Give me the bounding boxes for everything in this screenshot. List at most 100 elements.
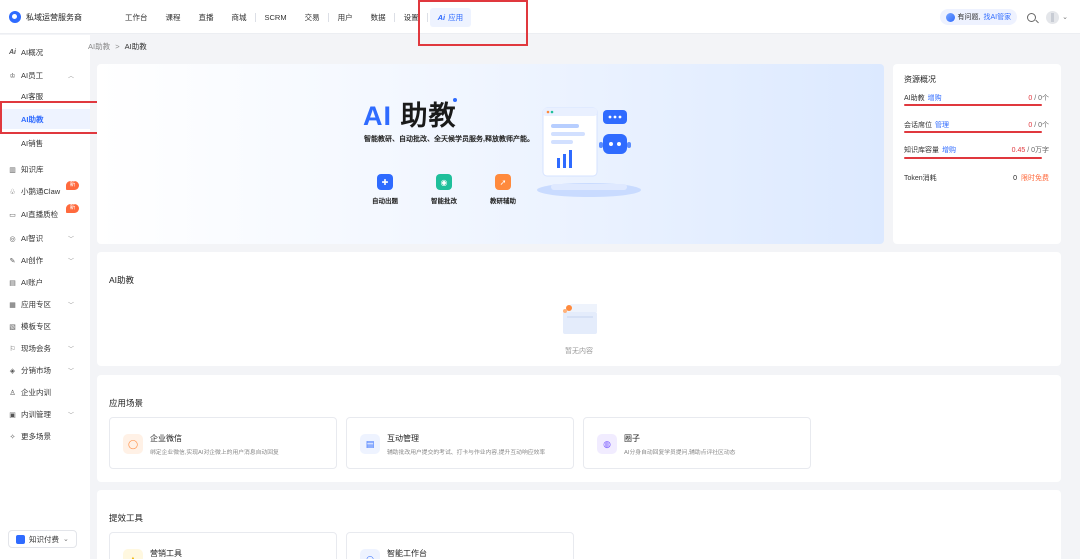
- feature-label: 智能批改: [431, 198, 457, 205]
- annotation-underline: [904, 104, 1042, 106]
- free-tag: 限时免费: [1021, 175, 1049, 182]
- nav-mall[interactable]: 商城: [223, 12, 256, 23]
- scene-wecom[interactable]: ◯ 企业微信 绑定企业微信,实现AI对企微上的用户消息自动回复: [109, 417, 337, 469]
- brand-logo[interactable]: 私域运营服务商: [9, 11, 82, 23]
- empty-state-text: 暂无内容: [565, 348, 593, 355]
- efficiency-tools-card: 提效工具 ▲ 营销工具 ◠ 智能工作台: [97, 490, 1061, 559]
- resource-row-kb-capacity: 知识库容量 增购 0.45 / 0万字: [904, 145, 1049, 155]
- nav-user[interactable]: 用户: [329, 12, 362, 23]
- monitor-icon: ▭: [9, 211, 16, 219]
- plus-icon: ✚: [377, 174, 393, 190]
- section-title: 应用场景: [109, 398, 144, 408]
- sidebar-item-label: AI智识: [21, 234, 44, 243]
- resource-row-tutor: AI助教 增购 0 / 0个: [904, 93, 1049, 103]
- resource-overview-panel: 资源概况 AI助教 增购 0 / 0个 会话席位 管理 0 / 0个 知识库容量 增购…: [893, 64, 1061, 244]
- sidebar-item-label: 企业内训: [21, 388, 51, 397]
- flag-icon: ⚐: [9, 345, 16, 353]
- sidebar-item-templates[interactable]: ▧ 模板专区: [8, 321, 84, 332]
- claw-icon: ♧: [9, 188, 16, 196]
- sidebar-item-ai-overview[interactable]: Ai AI概况: [8, 47, 84, 58]
- sidebar-item-label: 小鹅通Claw: [21, 187, 61, 196]
- sidebar-item-label: 内训管理: [21, 410, 51, 419]
- training-icon: ▣: [9, 411, 16, 419]
- sidebar-item-ai-insight[interactable]: ◎ AI智识 ﹀: [8, 233, 84, 244]
- tool-smart-workbench[interactable]: ◠ 智能工作台: [346, 532, 574, 559]
- search-icon[interactable]: [1027, 12, 1037, 22]
- sidebar-item-label: AI账户: [21, 278, 44, 287]
- banner-title-ai: AI: [363, 101, 392, 131]
- sidebar-item-distribution[interactable]: ◈ 分销市场 ﹀: [8, 365, 84, 376]
- resource-value: 0 限时免费: [1013, 173, 1049, 183]
- resource-value: 0 / 0个: [1028, 93, 1049, 103]
- section-title: 提效工具: [109, 513, 144, 523]
- annotation-underline: [904, 157, 1042, 159]
- chevron-down-icon: ⌄: [1062, 14, 1068, 21]
- chevron-down-icon: ﹀: [67, 303, 74, 309]
- scene-name: 圈子: [624, 434, 640, 443]
- sidebar-item-label: 分销市场: [21, 366, 51, 375]
- knowledge-pay-icon: [16, 534, 25, 544]
- sidebar-item-corp-training[interactable]: ♙ 企业内训: [8, 387, 84, 398]
- sidebar-sub-ai-sales[interactable]: AI销售: [21, 138, 43, 149]
- sidebar-item-knowledge[interactable]: ▥ 知识库: [8, 164, 84, 175]
- feature-label: 自动出题: [372, 198, 398, 205]
- breadcrumb: AI助教 > AI助教: [88, 41, 147, 52]
- arrow-icon: ➚: [495, 174, 511, 190]
- sidebar-item-label: AI创作: [21, 256, 44, 265]
- hero-banner: AI 助教 智能教研、自动批改、全天候学员服务,释放教师产能。 ✚ 自动出题 ◉…: [97, 64, 884, 244]
- feature-label: 教研辅助: [490, 198, 516, 205]
- nav-workbench[interactable]: 工作台: [116, 12, 157, 23]
- resource-used: 0.45: [1011, 147, 1026, 154]
- empty-box-icon: [563, 304, 597, 334]
- resource-label: AI助教: [904, 95, 925, 102]
- annotation-underline: [904, 131, 1042, 133]
- staff-icon: ♔: [9, 72, 16, 80]
- nav-data[interactable]: 数据: [362, 12, 395, 23]
- tool-marketing[interactable]: ▲ 营销工具: [109, 532, 337, 559]
- breadcrumb-parent[interactable]: AI助教: [88, 42, 110, 51]
- buy-more-link[interactable]: 增购: [928, 95, 942, 102]
- tool-name: 营销工具: [150, 549, 182, 558]
- manage-link[interactable]: 管理: [935, 122, 949, 129]
- sidebar-item-label: 现场会务: [21, 344, 51, 353]
- ai-tutor-card: AI助教 暂无内容: [97, 252, 1061, 366]
- sidebar-item-ai-account[interactable]: ▤ AI账户: [8, 277, 84, 288]
- scene-interaction[interactable]: ▤ 互动管理 辅助批改用户提交的考试、打卡与作业内容,提升互动响应效率: [346, 417, 574, 469]
- knowledge-pay-label: 知识付费: [29, 534, 59, 544]
- nav-scrm[interactable]: SCRM: [256, 13, 296, 22]
- scene-name: 互动管理: [387, 434, 419, 443]
- chevron-up-icon: ︿: [67, 74, 74, 80]
- sidebar-item-label: AI概况: [21, 48, 44, 57]
- sidebar-item-ai-create[interactable]: ✎ AI创作 ﹀: [8, 255, 84, 266]
- distribution-icon: ◈: [9, 367, 16, 375]
- sidebar-item-training-mgmt[interactable]: ▣ 内训管理 ﹀: [8, 409, 84, 420]
- breadcrumb-current: AI助教: [124, 42, 147, 51]
- resource-used: 0: [1028, 122, 1033, 129]
- sidebar-item-onsite[interactable]: ⚐ 现场会务 ﹀: [8, 343, 84, 354]
- buy-more-link[interactable]: 增购: [942, 147, 956, 154]
- chevron-down-icon: ﹀: [67, 237, 74, 243]
- ai-butler-button[interactable]: 有问题, 找AI管家: [939, 9, 1018, 25]
- top-nav-bar: 私域运营服务商 工作台 课程 直播 商城 SCRM 交易 用户 数据 设置 Ai…: [0, 0, 1080, 34]
- nav-course[interactable]: 课程: [157, 12, 190, 23]
- globe-icon: ◍: [597, 434, 617, 454]
- scene-circle[interactable]: ◍ 圈子 AI分身自动回复学员提问,辅助点评社区动态: [583, 417, 811, 469]
- resource-total: / 0个: [1034, 95, 1049, 102]
- new-badge: 新: [66, 204, 79, 213]
- ask-prefix: 有问题,: [957, 14, 981, 21]
- sidebar-item-app-zone[interactable]: ▦ 应用专区 ﹀: [8, 299, 84, 310]
- nav-trade[interactable]: 交易: [296, 12, 329, 23]
- sidebar-item-label: 模板专区: [21, 322, 51, 331]
- sidebar-item-more[interactable]: ✧ 更多场景: [8, 431, 84, 442]
- breadcrumb-separator: >: [115, 42, 120, 51]
- scene-desc: 绑定企业微信,实现AI对企微上的用户消息自动回复: [150, 450, 279, 456]
- nav-live[interactable]: 直播: [190, 12, 223, 23]
- account-menu[interactable]: ⌄: [1046, 10, 1068, 24]
- annotation-box-nav: [418, 0, 528, 46]
- marketing-icon: ▲: [123, 549, 143, 559]
- workbench-icon: ◠: [360, 549, 380, 559]
- knowledge-pay-switch[interactable]: 知识付费 ⌄: [8, 530, 77, 548]
- chevron-down-icon: ﹀: [67, 259, 74, 265]
- resource-row-seats: 会话席位 管理 0 / 0个: [904, 120, 1049, 130]
- sidebar-item-ai-staff[interactable]: ♔ AI员工 ︿: [8, 70, 84, 81]
